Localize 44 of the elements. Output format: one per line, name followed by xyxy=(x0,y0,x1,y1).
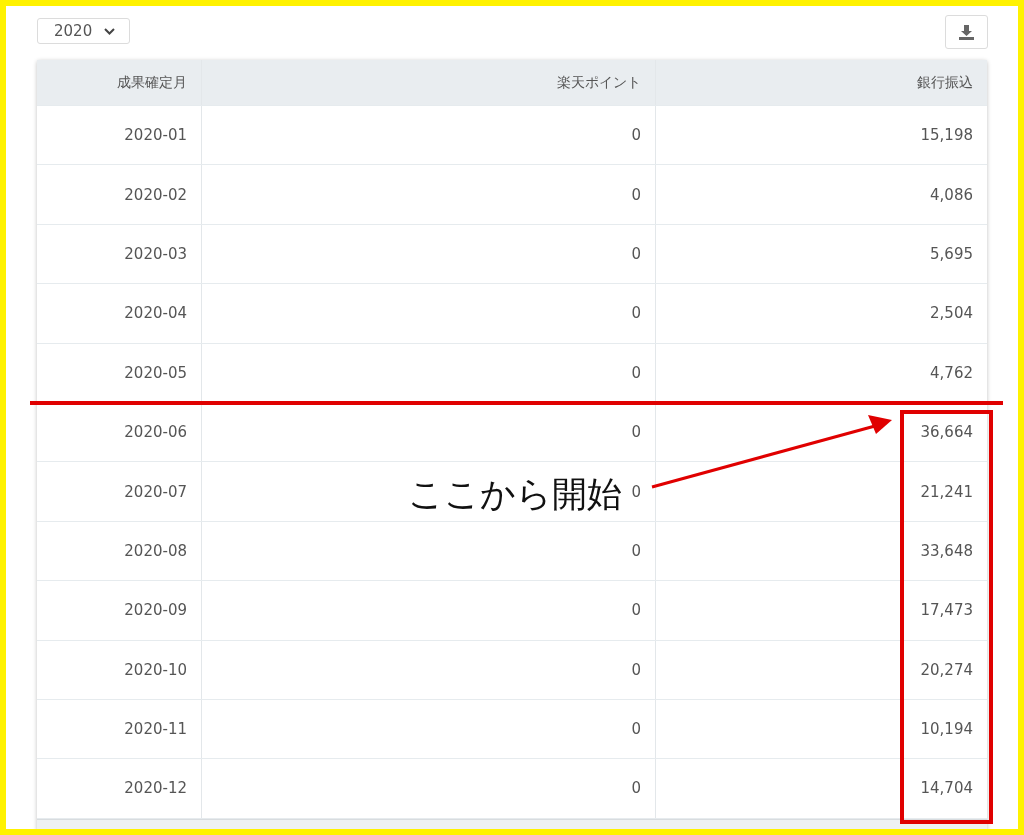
table-cell: 0 xyxy=(631,185,641,204)
table-cell: 2,504 xyxy=(930,304,973,323)
table-cell: 20,274 xyxy=(920,660,973,679)
table-cell: 2020-11 xyxy=(124,720,187,739)
year-select[interactable]: 2020 xyxy=(37,18,130,44)
table-cell: 4,086 xyxy=(930,185,973,204)
table-cell: 5,695 xyxy=(930,244,973,263)
table-cell: 0 xyxy=(631,244,641,263)
table-cell: 33,648 xyxy=(920,541,973,560)
table-cell: 15,198 xyxy=(920,126,973,145)
annotation-text: ここから開始 xyxy=(408,473,622,516)
table-cell: 0 xyxy=(631,720,641,739)
table-cell: 2020-05 xyxy=(124,363,187,382)
table-cell: 2020-02 xyxy=(124,185,187,204)
table-cell: 0 xyxy=(631,126,641,145)
table-cell: 2020-08 xyxy=(124,541,187,560)
column-header: 楽天ポイント xyxy=(557,73,641,92)
table-cell: 0 xyxy=(631,779,641,798)
table-cell: 14,704 xyxy=(920,779,973,798)
download-button[interactable] xyxy=(945,15,988,49)
table-cell: 0 xyxy=(631,304,641,323)
table-cell: 2020-10 xyxy=(124,660,187,679)
table-cell: 2020-01 xyxy=(124,126,187,145)
download-icon xyxy=(959,24,974,40)
table-cell: 0 xyxy=(631,601,641,620)
column-header: 成果確定月 xyxy=(117,73,187,92)
table-cell: 2020-04 xyxy=(124,304,187,323)
table-cell: 2020-12 xyxy=(124,779,187,798)
table-cell: 0 xyxy=(631,423,641,442)
table-cell: 0 xyxy=(631,660,641,679)
table-cell: 10,194 xyxy=(920,720,973,739)
column-header: 銀行振込 xyxy=(917,73,973,92)
table-cell: 2020-07 xyxy=(124,482,187,501)
table-cell: 0 xyxy=(631,363,641,382)
table-cell: 2020-06 xyxy=(124,423,187,442)
table-cell: 36,664 xyxy=(920,423,973,442)
table-cell: 0 xyxy=(631,541,641,560)
table-cell: 2020-09 xyxy=(124,601,187,620)
table-cell: 21,241 xyxy=(920,482,973,501)
table-cell: 2020-03 xyxy=(124,244,187,263)
table-cell: 0 xyxy=(631,482,641,501)
chevron-down-icon xyxy=(104,27,116,35)
table-cell: 4,762 xyxy=(930,363,973,382)
table-cell: 17,473 xyxy=(920,601,973,620)
